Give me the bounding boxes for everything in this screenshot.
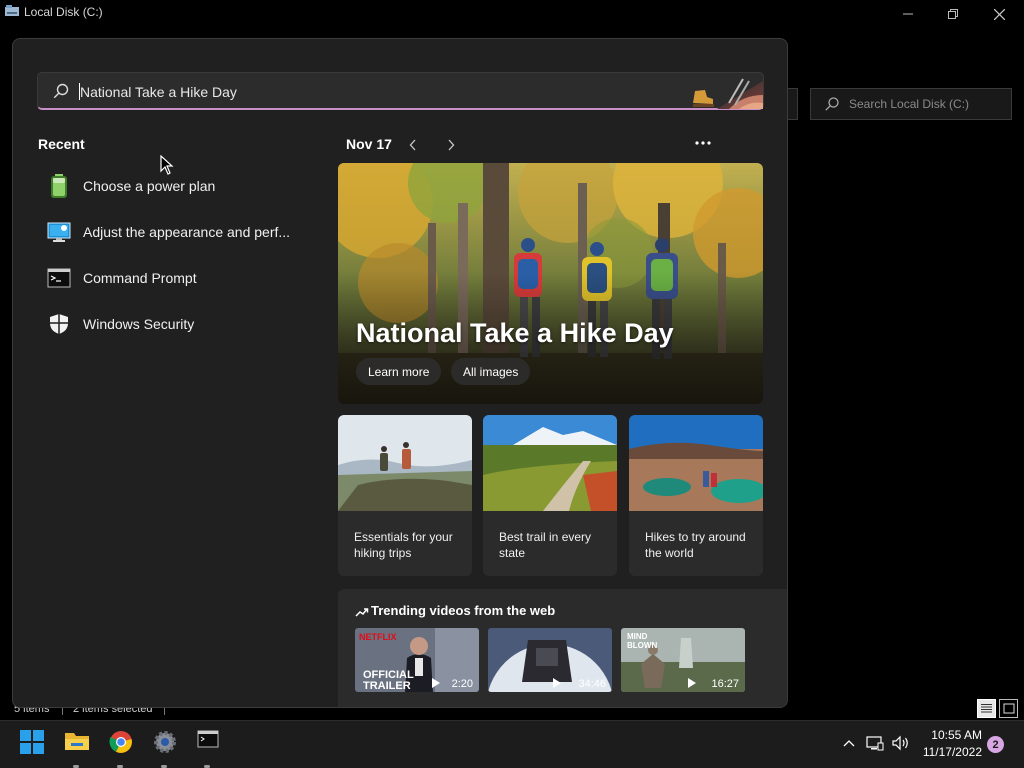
large-icons-view-button[interactable] [999, 699, 1018, 718]
mouse-cursor-icon [160, 154, 174, 175]
address-bar[interactable] [788, 88, 798, 120]
search-icon [825, 97, 839, 111]
search-panel: National Take a Hike Day Recent Choose a… [12, 38, 788, 708]
search-query: National Take a Hike Day [80, 84, 237, 100]
taskbar-file-explorer[interactable] [57, 730, 97, 768]
video-thumbnail[interactable]: NETFLIX OFFICIAL TRAILER 2:20 [355, 628, 479, 692]
video-overlay-text: OFFICIAL TRAILER [363, 669, 414, 692]
monitor-settings-icon [46, 219, 72, 245]
video-duration: 16:27 [711, 678, 739, 690]
video-duration: 34:46 [578, 678, 606, 690]
all-images-button[interactable]: All images [451, 358, 531, 385]
recent-item-label: Adjust the appearance and perf... [83, 224, 291, 240]
play-icon [431, 678, 441, 688]
taskbar-command-prompt[interactable] [188, 730, 228, 768]
gear-icon [154, 731, 176, 753]
volume-icon[interactable] [892, 735, 910, 751]
network-icon[interactable] [866, 735, 884, 751]
drive-icon [5, 4, 19, 16]
card-best-trail[interactable]: Best trail in every state [483, 415, 617, 576]
terminal-icon [46, 265, 72, 291]
battery-icon [46, 173, 72, 199]
minimize-button[interactable] [885, 0, 931, 28]
recent-heading: Recent [38, 136, 85, 152]
chrome-icon [109, 731, 132, 753]
explorer-search-placeholder: Search Local Disk (C:) [849, 97, 970, 111]
trending-title: Trending videos from the web [371, 603, 556, 618]
folder-icon [65, 733, 89, 750]
card-hiking-essentials[interactable]: Essentials for your hiking trips [338, 415, 472, 576]
hero-card[interactable]: National Take a Hike Day Learn more All … [338, 163, 763, 404]
recent-item-command-prompt[interactable]: Command Prompt [38, 258, 303, 298]
more-options-button[interactable] [691, 133, 715, 153]
recent-item-appearance-performance[interactable]: Adjust the appearance and perf... [38, 212, 303, 252]
taskbar-settings[interactable] [145, 730, 185, 768]
card-image [629, 415, 763, 511]
highlight-date: Nov 17 [346, 136, 392, 152]
windows-logo-icon [20, 730, 44, 754]
card-text: Best trail in every state [499, 530, 592, 560]
explorer-title: Local Disk (C:) [24, 5, 103, 19]
trending-videos-section: Trending videos from the web NETFLIX OFF… [338, 589, 787, 707]
clock-date[interactable]: 11/17/2022 [916, 745, 982, 759]
recent-item-label: Windows Security [83, 316, 195, 332]
learn-more-button[interactable]: Learn more [356, 358, 442, 385]
recent-item-label: Command Prompt [83, 270, 197, 286]
hiking-boot-illustration [687, 73, 763, 109]
video-thumbnail[interactable]: MIND BLOWN 16:27 [621, 628, 745, 692]
card-hikes-world[interactable]: Hikes to try around the world [629, 415, 763, 576]
clock-time[interactable]: 10:55 AM [926, 728, 982, 742]
explorer-title-bar: Local Disk (C:) [0, 0, 1024, 28]
recent-item-label: Choose a power plan [83, 178, 216, 194]
trending-arrow-icon [355, 605, 369, 617]
details-view-button[interactable] [977, 699, 996, 718]
hero-title: National Take a Hike Day [356, 318, 674, 348]
taskbar-chrome[interactable] [101, 730, 141, 768]
show-hidden-icons-button[interactable] [840, 735, 858, 751]
card-image [338, 415, 472, 511]
previous-day-button[interactable] [403, 135, 423, 155]
close-button[interactable] [976, 0, 1022, 28]
video-thumbnail[interactable]: 34:46 [488, 628, 612, 692]
card-image [483, 415, 617, 511]
explorer-search-box[interactable]: Search Local Disk (C:) [810, 88, 1012, 120]
recent-item-windows-security[interactable]: Windows Security [38, 304, 303, 344]
video-overlay-text: MIND BLOWN [627, 632, 658, 650]
play-icon [687, 678, 697, 688]
start-button[interactable] [12, 730, 52, 768]
card-text: Essentials for your hiking trips [354, 530, 453, 560]
search-input[interactable]: National Take a Hike Day [37, 72, 764, 110]
shield-icon [46, 311, 72, 337]
card-text: Hikes to try around the world [645, 530, 746, 560]
play-icon [552, 678, 562, 688]
terminal-icon [197, 730, 219, 748]
restore-button[interactable] [930, 0, 976, 28]
notification-badge[interactable]: 2 [987, 736, 1004, 753]
next-day-button[interactable] [441, 135, 461, 155]
search-icon [53, 83, 69, 99]
video-duration: 2:20 [451, 678, 473, 690]
video-badge: NETFLIX [359, 632, 397, 642]
